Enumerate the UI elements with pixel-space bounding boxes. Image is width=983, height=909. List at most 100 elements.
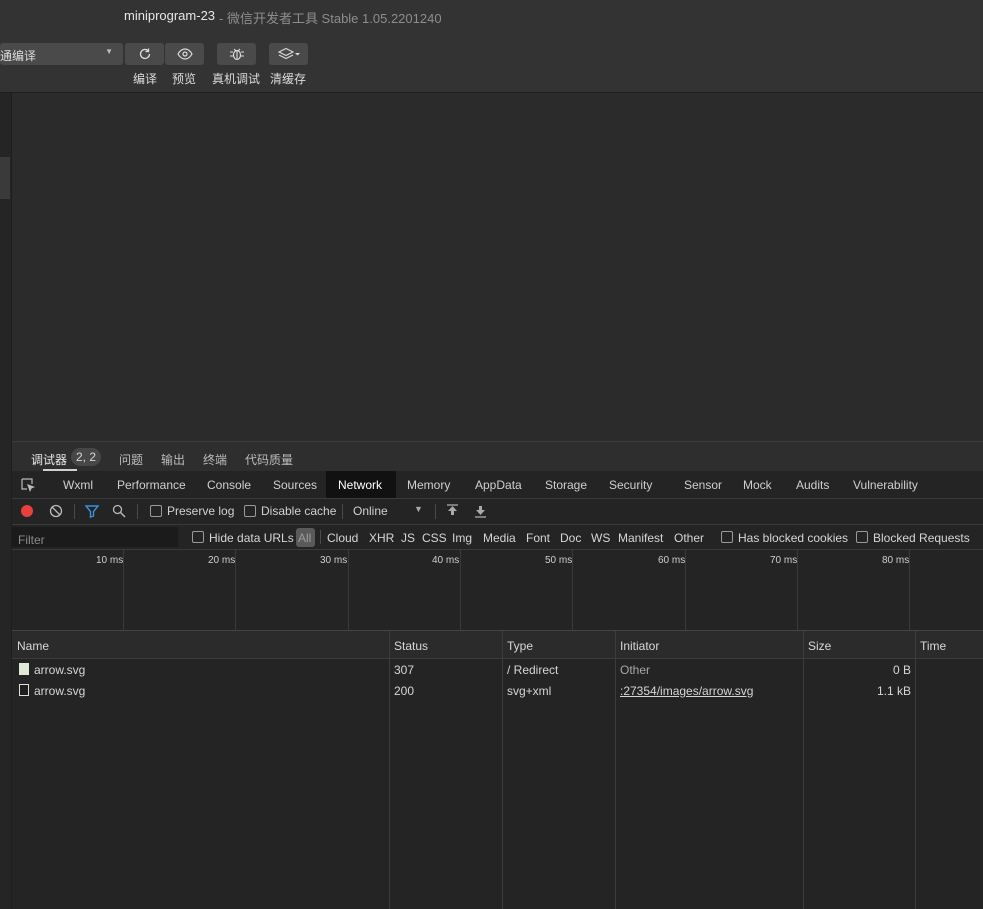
svg-file-icon bbox=[19, 684, 29, 696]
table-row[interactable]: arrow.svg 307 / Redirect Other 0 B bbox=[12, 659, 983, 680]
cell-type: / Redirect bbox=[507, 663, 559, 677]
clear-icon[interactable] bbox=[49, 504, 63, 518]
divider bbox=[435, 504, 436, 519]
layers-icon bbox=[277, 47, 300, 60]
hide-data-urls-checkbox[interactable] bbox=[192, 531, 204, 543]
throttling-value: Online bbox=[353, 504, 388, 518]
clear-cache-label: 清缓存 bbox=[270, 72, 307, 86]
filter-type-cloud[interactable]: Cloud bbox=[327, 531, 358, 545]
remote-debug-label: 真机调试 bbox=[212, 72, 261, 86]
filter-type-js[interactable]: JS bbox=[401, 531, 415, 545]
preserve-log-label: Preserve log bbox=[167, 504, 235, 518]
divider bbox=[137, 504, 138, 519]
tab-sources[interactable]: Sources bbox=[273, 478, 317, 492]
cell-status: 200 bbox=[394, 684, 415, 698]
filter-type-doc[interactable]: Doc bbox=[560, 531, 581, 545]
filter-type-font[interactable]: Font bbox=[526, 531, 550, 545]
tab-vulnerability[interactable]: Vulnerability bbox=[853, 478, 918, 492]
issue-count-badge: 2, 2 bbox=[71, 448, 102, 466]
filter-type-media[interactable]: Media bbox=[483, 531, 516, 545]
column-divider[interactable] bbox=[615, 631, 616, 909]
filter-type-all[interactable]: All bbox=[298, 531, 311, 545]
column-divider[interactable] bbox=[803, 631, 804, 909]
network-overview[interactable]: 10 ms 20 ms 30 ms 40 ms 50 ms 60 ms 70 m… bbox=[12, 550, 983, 631]
filter-type-css[interactable]: CSS bbox=[422, 531, 447, 545]
blocked-requests-checkbox[interactable] bbox=[856, 531, 868, 543]
import-har-icon[interactable] bbox=[446, 504, 459, 518]
column-time[interactable]: Time bbox=[920, 639, 946, 653]
column-divider[interactable] bbox=[915, 631, 916, 909]
tab-code-quality[interactable]: 代码质量 bbox=[245, 451, 293, 468]
divider bbox=[320, 530, 321, 544]
filter-type-xhr[interactable]: XHR bbox=[369, 531, 394, 545]
grid-line bbox=[348, 550, 349, 630]
tab-mock[interactable]: Mock bbox=[743, 478, 772, 492]
export-har-icon[interactable] bbox=[474, 504, 487, 518]
preserve-log-checkbox[interactable] bbox=[150, 505, 162, 517]
tab-sensor[interactable]: Sensor bbox=[684, 478, 722, 492]
table-row[interactable]: arrow.svg 200 svg+xml :27354/images/arro… bbox=[12, 680, 983, 701]
preview-button[interactable] bbox=[165, 43, 204, 65]
chevron-down-icon: ▼ bbox=[414, 504, 423, 514]
side-strip-tab[interactable] bbox=[0, 157, 10, 199]
compile-button[interactable] bbox=[125, 43, 164, 65]
filter-input[interactable]: Filter bbox=[12, 527, 178, 547]
clear-cache-button[interactable] bbox=[269, 43, 308, 65]
column-status[interactable]: Status bbox=[394, 639, 428, 653]
search-icon[interactable] bbox=[112, 504, 126, 518]
disable-cache-checkbox[interactable] bbox=[244, 505, 256, 517]
tab-issues[interactable]: 问题 bbox=[119, 451, 143, 468]
cell-size: 0 B bbox=[892, 663, 911, 677]
column-initiator[interactable]: Initiator bbox=[620, 639, 659, 653]
filter-type-other[interactable]: Other bbox=[674, 531, 704, 545]
inspect-element-icon[interactable] bbox=[20, 477, 36, 493]
has-blocked-cookies-checkbox[interactable] bbox=[721, 531, 733, 543]
preview-label: 预览 bbox=[172, 72, 197, 86]
tab-appdata[interactable]: AppData bbox=[475, 478, 522, 492]
tab-debugger[interactable]: 调试器 bbox=[31, 451, 67, 468]
column-name[interactable]: Name bbox=[17, 639, 49, 653]
tab-memory[interactable]: Memory bbox=[407, 478, 450, 492]
tab-wxml[interactable]: Wxml bbox=[63, 478, 93, 492]
throttling-select[interactable]: Online ▼ bbox=[348, 499, 428, 524]
column-type[interactable]: Type bbox=[507, 639, 533, 653]
overview-tick-label: 80 ms bbox=[882, 555, 910, 566]
record-dot bbox=[21, 505, 33, 517]
column-divider[interactable] bbox=[389, 631, 390, 909]
filter-type-ws[interactable]: WS bbox=[591, 531, 610, 545]
tab-security[interactable]: Security bbox=[609, 478, 652, 492]
overview-tick-label: 60 ms bbox=[658, 555, 686, 566]
tab-output[interactable]: 输出 bbox=[161, 451, 185, 468]
filter-funnel bbox=[85, 505, 99, 518]
tab-storage[interactable]: Storage bbox=[545, 478, 587, 492]
filter-type-manifest[interactable]: Manifest bbox=[618, 531, 663, 545]
cell-initiator-link[interactable]: :27354/images/arrow.svg bbox=[620, 684, 753, 698]
window-title: miniprogram-23 bbox=[124, 8, 216, 23]
tab-terminal[interactable]: 终端 bbox=[203, 451, 227, 468]
filter-icon[interactable] bbox=[85, 504, 99, 518]
window-subtitle: - 微信开发者工具 Stable 1.05.2201240 bbox=[219, 11, 442, 26]
cell-name: arrow.svg bbox=[34, 684, 86, 698]
tab-console[interactable]: Console bbox=[207, 478, 251, 492]
filter-type-img[interactable]: Img bbox=[452, 531, 472, 545]
compile-mode-select[interactable]: 通编译 ▼ bbox=[0, 43, 123, 65]
disable-cache-label: Disable cache bbox=[261, 504, 337, 518]
title-bar: miniprogram-23 - 微信开发者工具 Stable 1.05.220… bbox=[0, 0, 983, 32]
editor-area bbox=[12, 93, 983, 441]
tab-performance[interactable]: Performance bbox=[117, 478, 186, 492]
record-icon[interactable] bbox=[20, 504, 34, 518]
cell-name: arrow.svg bbox=[34, 663, 86, 677]
has-blocked-cookies-label: Has blocked cookies bbox=[738, 531, 849, 545]
column-size[interactable]: Size bbox=[808, 639, 831, 653]
remote-debug-button[interactable] bbox=[217, 43, 256, 65]
filter-bar: Filter Hide data URLs All Cloud XHR JS C… bbox=[12, 525, 983, 550]
overview-tick-label: 50 ms bbox=[545, 555, 573, 566]
compile-mode-label: 通编译 bbox=[0, 49, 37, 63]
tab-audits[interactable]: Audits bbox=[796, 478, 829, 492]
cell-size: 1.1 kB bbox=[876, 684, 911, 698]
column-divider[interactable] bbox=[502, 631, 503, 909]
request-table-body: arrow.svg 307 / Redirect Other 0 B arrow… bbox=[12, 659, 983, 909]
tab-network[interactable]: Network bbox=[338, 478, 382, 492]
divider bbox=[342, 504, 343, 519]
divider bbox=[74, 504, 75, 519]
